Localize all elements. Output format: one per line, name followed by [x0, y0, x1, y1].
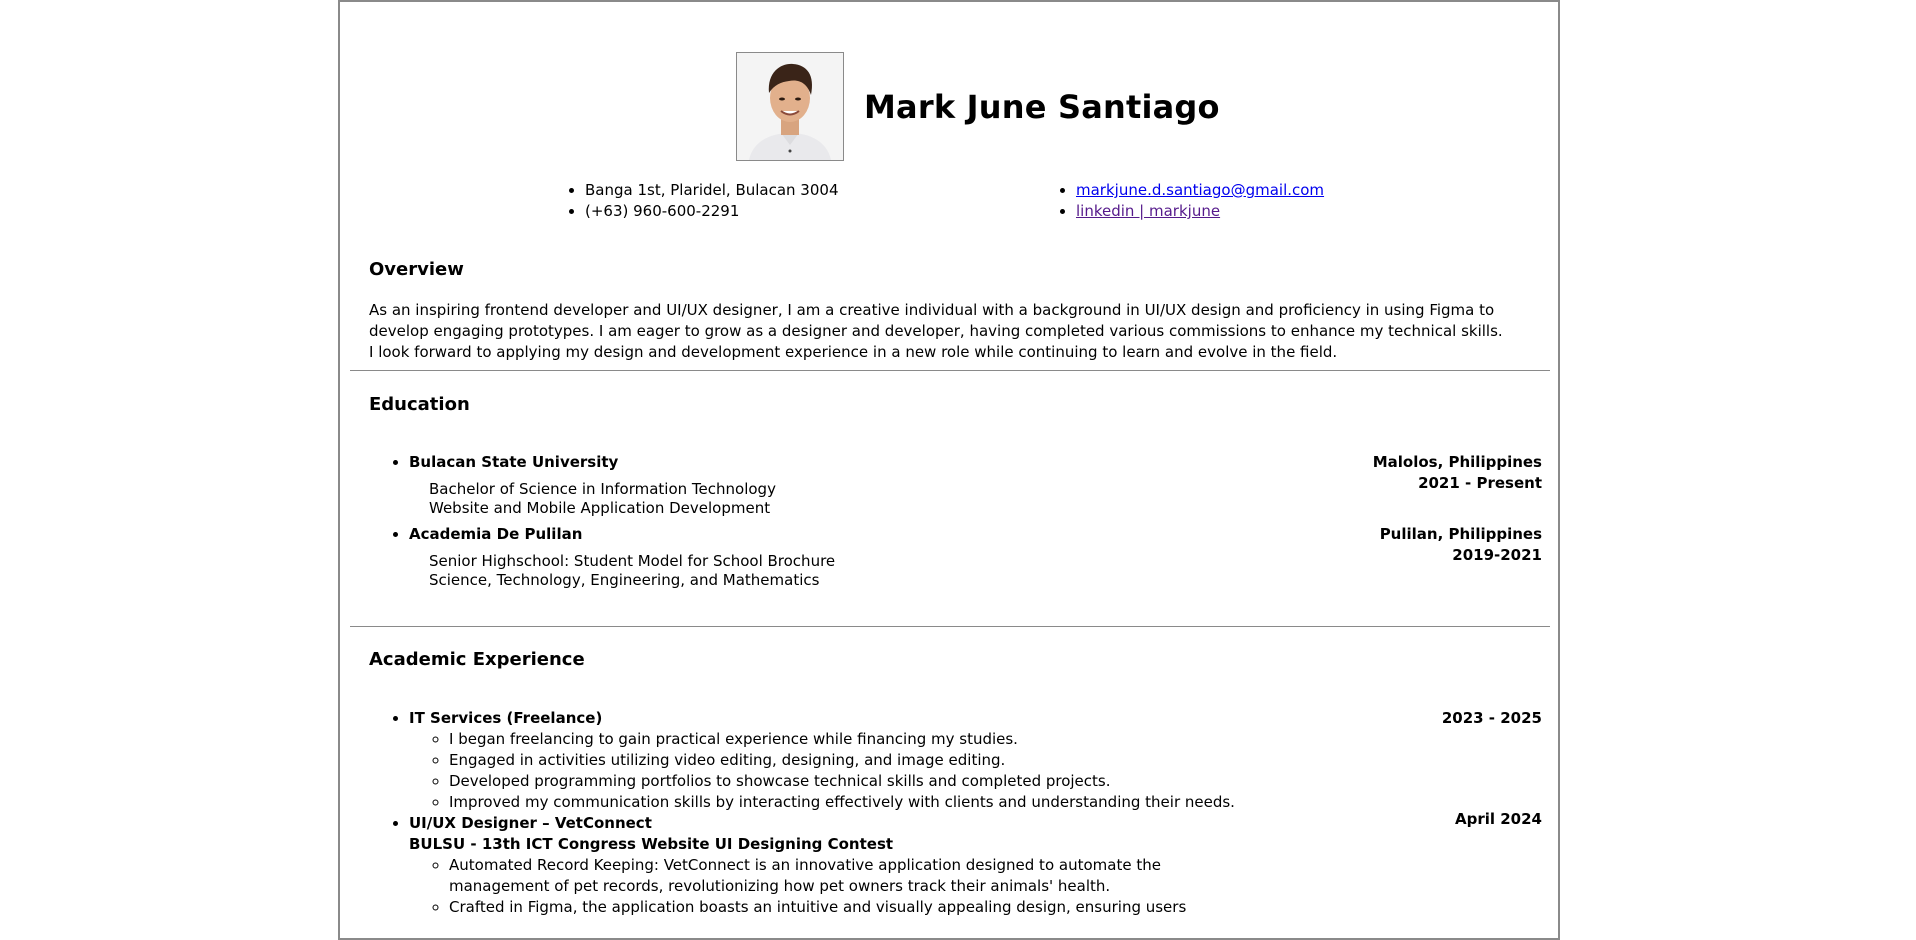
linkedin-link[interactable]: linkedin | markjune — [1076, 202, 1220, 220]
role-subtitle: BULSU - 13th ICT Congress Website UI Des… — [409, 835, 894, 853]
bullet-item: Crafted in Figma, the application boasts… — [449, 897, 1189, 918]
experience-date: 2023 - 2025 — [1441, 709, 1542, 727]
contact-info-right: markjune.d.santiago@gmail.com linkedin |… — [1058, 180, 1324, 222]
full-name: Mark June Santiago — [864, 87, 1220, 126]
bullet-item: Improved my communication skills by inte… — [449, 792, 1542, 813]
address-item: Banga 1st, Plaridel, Bulacan 3004 — [585, 180, 838, 201]
specialization-line: Website and Mobile Application Developme… — [429, 499, 771, 517]
school-location: Pulilan, Philippines — [1379, 525, 1542, 543]
overview-heading: Overview — [369, 259, 464, 280]
contact-info-left: Banga 1st, Plaridel, Bulacan 3004 (+63) … — [567, 180, 838, 222]
section-divider — [350, 626, 1550, 627]
experience-date: April 2024 — [1455, 810, 1542, 828]
school-location: Malolos, Philippines — [1372, 453, 1542, 471]
experience-item: UI/UX Designer – VetConnect April 2024 B… — [409, 810, 1542, 918]
role-title: UI/UX Designer – VetConnect — [409, 814, 652, 832]
phone-item: (+63) 960-600-2291 — [585, 201, 838, 222]
experience-bullets: I began freelancing to gain practical ex… — [409, 729, 1542, 813]
school-name: Bulacan State University — [409, 453, 619, 471]
bullet-item: Developed programming portfolios to show… — [449, 771, 1542, 792]
linkedin-item: linkedin | markjune — [1076, 201, 1324, 222]
resume-header: Mark June Santiago — [736, 52, 1220, 161]
education-detail: Senior Highschool: Student Model for Sch… — [429, 552, 1542, 590]
experience-list: IT Services (Freelance) 2023 - 2025 I be… — [369, 708, 1542, 918]
school-years: 2021 - Present — [1418, 474, 1542, 492]
degree-line: Senior Highschool: Student Model for Sch… — [429, 552, 836, 570]
education-item: Academia De Pulilan Pulilan, Philippines… — [409, 524, 1542, 590]
experience-item: IT Services (Freelance) 2023 - 2025 I be… — [409, 708, 1542, 813]
bullet-item: I began freelancing to gain practical ex… — [449, 729, 1542, 750]
education-item: Bulacan State University Malolos, Philip… — [409, 452, 1542, 518]
school-years: 2019-2021 — [1452, 546, 1542, 564]
person-portrait-icon — [737, 53, 843, 160]
email-link[interactable]: markjune.d.santiago@gmail.com — [1076, 181, 1324, 199]
bullet-item: Automated Record Keeping: VetConnect is … — [449, 855, 1189, 897]
email-item: markjune.d.santiago@gmail.com — [1076, 180, 1324, 201]
role-title: IT Services (Freelance) — [409, 709, 603, 727]
education-meta: Malolos, Philippines 2021 - Present — [1373, 452, 1542, 494]
experience-bullets: Automated Record Keeping: VetConnect is … — [409, 855, 1542, 918]
school-name: Academia De Pulilan — [409, 525, 583, 543]
experience-heading: Academic Experience — [369, 649, 585, 670]
resume-page: Mark June Santiago Banga 1st, Plaridel, … — [338, 0, 1560, 940]
bullet-item: Engaged in activities utilizing video ed… — [449, 750, 1542, 771]
specialization-line: Science, Technology, Engineering, and Ma… — [429, 571, 820, 589]
education-meta: Pulilan, Philippines 2019-2021 — [1380, 524, 1542, 566]
overview-text: As an inspiring frontend developer and U… — [369, 301, 1503, 361]
education-heading: Education — [369, 394, 470, 415]
section-divider — [350, 370, 1550, 371]
profile-photo — [736, 52, 844, 161]
education-list: Bulacan State University Malolos, Philip… — [369, 452, 1542, 596]
